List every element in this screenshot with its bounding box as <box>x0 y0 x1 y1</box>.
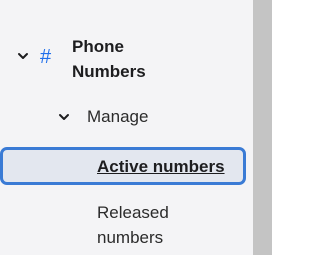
group-label-manage[interactable]: Manage <box>87 105 148 129</box>
nav-item-label-active-numbers[interactable]: Active numbers <box>97 155 225 179</box>
section-title-phone-numbers[interactable]: Phone Numbers <box>72 34 192 84</box>
nav-item-released-numbers[interactable]: Released numbers <box>97 200 217 250</box>
chevron-down-icon[interactable] <box>17 50 29 62</box>
chevron-down-icon[interactable] <box>58 111 70 123</box>
sidebar-nav: # Phone Numbers Manage Active numbers Re… <box>0 0 253 255</box>
hash-icon: # <box>40 46 52 68</box>
scrollbar[interactable] <box>253 0 272 255</box>
